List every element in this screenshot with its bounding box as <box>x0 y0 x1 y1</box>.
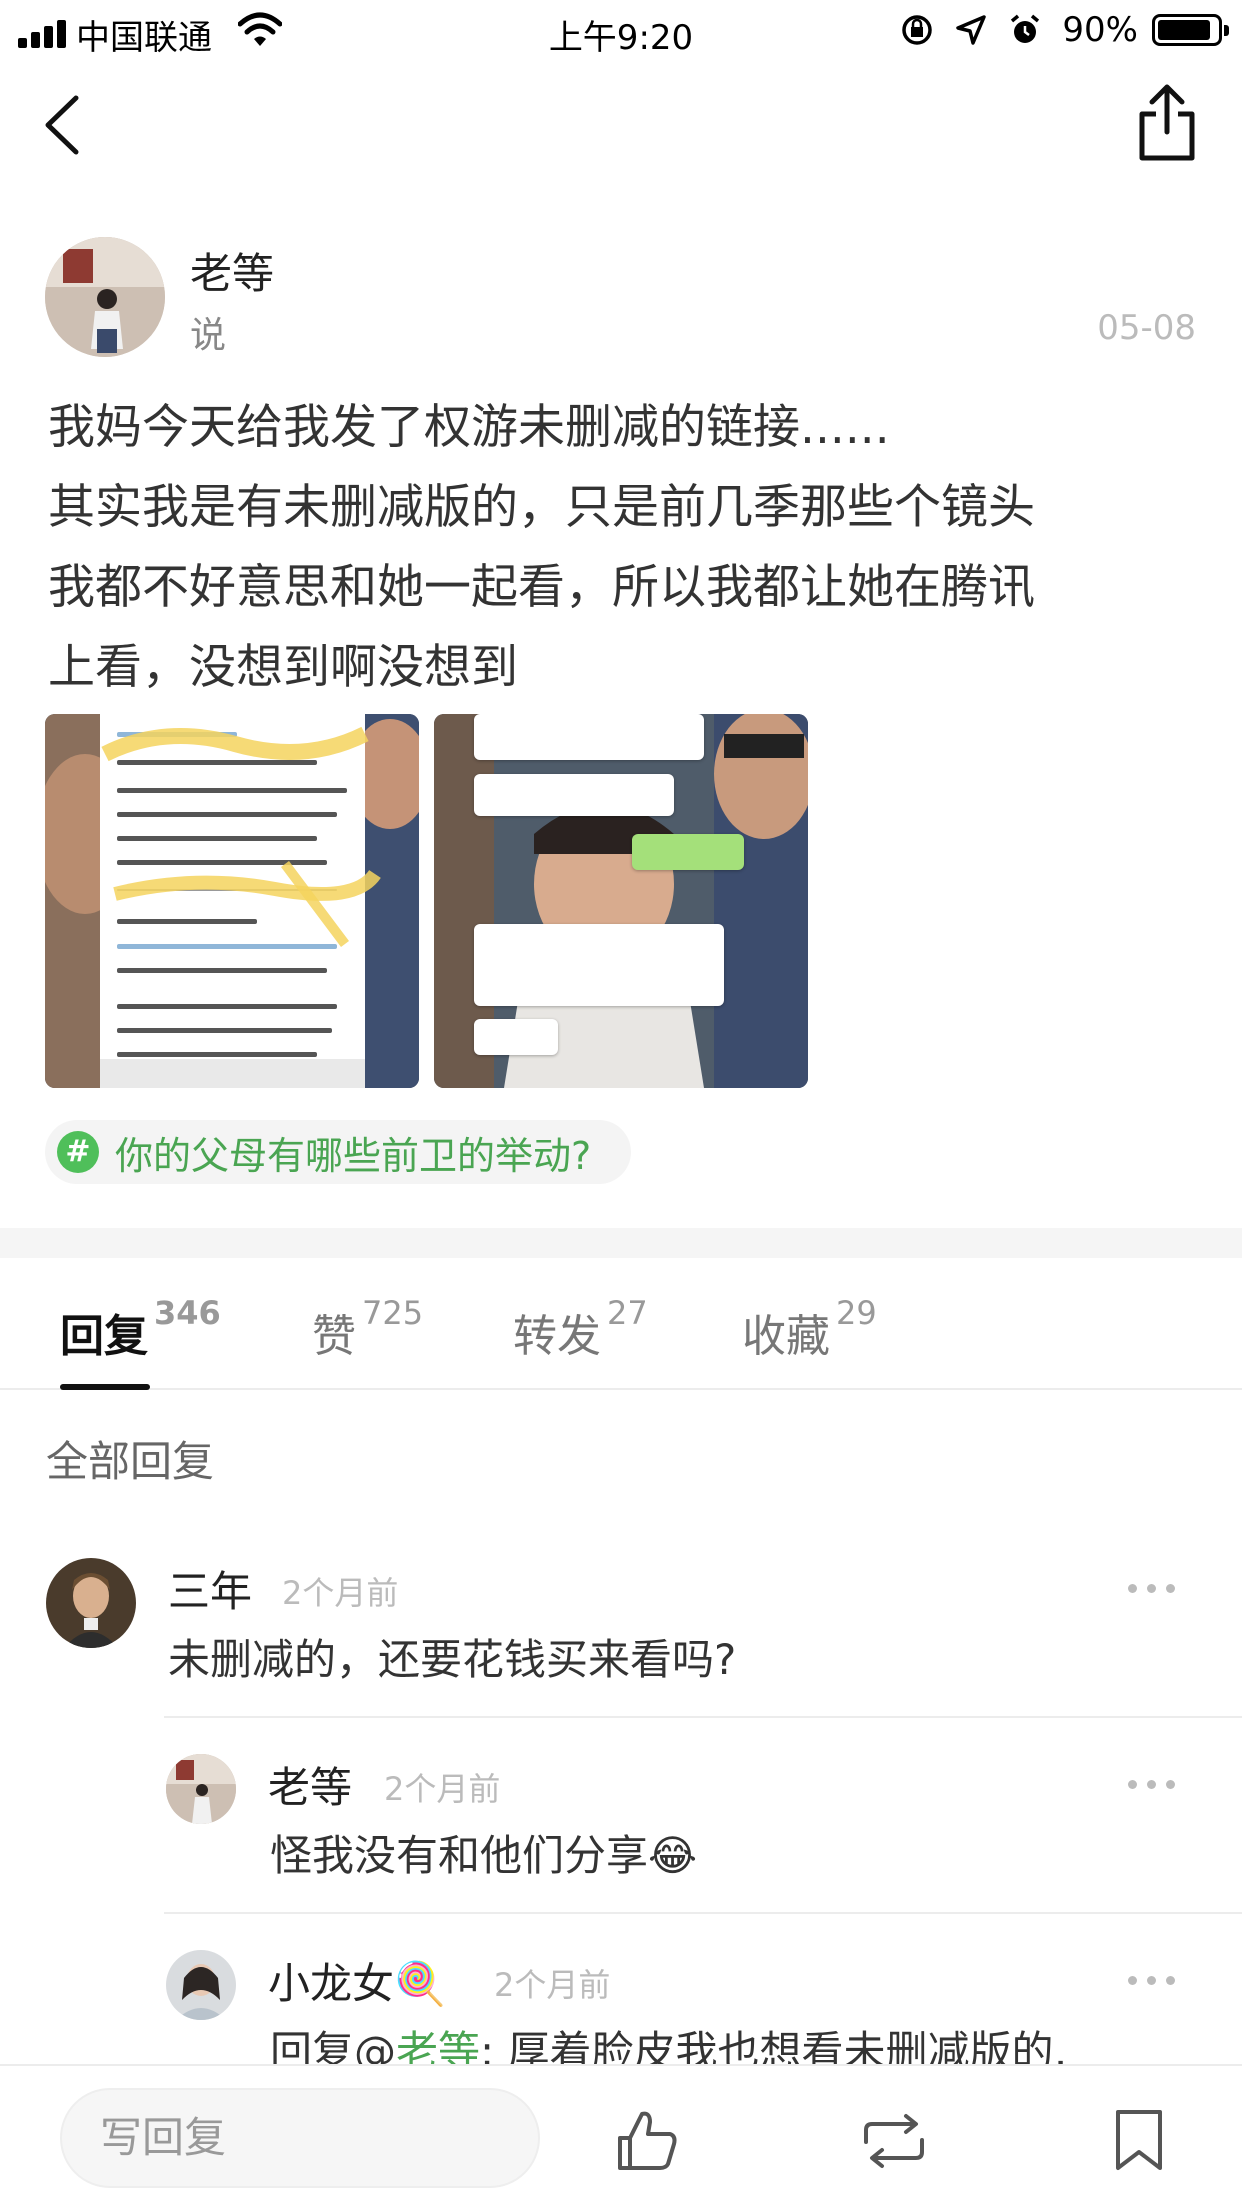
rotation-lock-icon <box>902 15 933 45</box>
tab-likes-count: 725 <box>362 1294 424 1332</box>
hashtag-icon: # <box>57 1131 99 1173</box>
more-options-icon[interactable] <box>1128 1774 1188 1794</box>
tab-replies[interactable]: 回复 346 <box>60 1294 221 1364</box>
status-bar: 中国联通 上午9:20 90% <box>0 0 1242 62</box>
tab-reposts[interactable]: 转发 27 <box>513 1294 648 1364</box>
topic-tag[interactable]: # 你的父母有哪些前卫的举动? <box>45 1120 632 1184</box>
commenter-name[interactable]: 老等 <box>268 1754 352 1815</box>
repost-icon[interactable] <box>856 2106 932 2176</box>
tab-likes[interactable]: 赞 725 <box>312 1294 423 1364</box>
post-body: 我妈今天给我发了权游未删减的链接...... 其实我是有未删减版的，只是前几季那… <box>48 400 1035 695</box>
tab-bar: 回复 346 赞 725 转发 27 收藏 29 <box>0 1258 1242 1390</box>
comment-time: 2个月前 <box>384 1770 501 1808</box>
more-options-icon[interactable] <box>1128 1970 1188 1990</box>
share-button[interactable] <box>1134 82 1200 164</box>
battery-icon <box>1152 14 1229 46</box>
commenter-avatar[interactable] <box>166 1950 236 2020</box>
author-action: 说 <box>190 315 227 356</box>
post-image-1[interactable] <box>45 714 419 1088</box>
post-date: 05-08 <box>1097 308 1196 348</box>
commenter-name[interactable]: 小龙女🍭 <box>268 1950 446 2011</box>
thumbs-up-icon[interactable] <box>612 2106 682 2176</box>
tab-favorites[interactable]: 收藏 29 <box>742 1294 877 1364</box>
battery-percent: 90% <box>1062 10 1138 50</box>
section-divider <box>0 1228 1242 1258</box>
location-icon <box>956 15 987 45</box>
tab-reposts-count: 27 <box>607 1294 648 1332</box>
commenter-avatar[interactable] <box>166 1754 236 1824</box>
alarm-icon <box>1011 14 1040 43</box>
bottom-action-bar: 写回复 <box>0 2064 1242 2208</box>
comment-time: 2个月前 <box>282 1574 399 1612</box>
commenter-name[interactable]: 三年 <box>168 1558 252 1619</box>
author-avatar[interactable] <box>45 237 165 357</box>
topic-label: 你的父母有哪些前卫的举动? <box>115 1133 592 1178</box>
tab-active-indicator <box>60 1384 150 1390</box>
commenter-avatar[interactable] <box>46 1558 136 1648</box>
comment-divider <box>164 1912 1242 1914</box>
section-title: 全部回复 <box>46 1437 215 1486</box>
back-button[interactable] <box>40 90 90 160</box>
comment-divider <box>164 1716 1242 1718</box>
comment-text: 怪我没有和他们分享😂 <box>270 1831 698 1880</box>
post-image-2[interactable] <box>434 714 808 1088</box>
comment-text: 未删减的，还要花钱买来看吗? <box>168 1635 737 1684</box>
comment-time: 2个月前 <box>494 1966 611 2004</box>
reply-input[interactable]: 写回复 <box>60 2088 540 2188</box>
author-name[interactable]: 老等 <box>190 240 274 301</box>
tab-replies-count: 346 <box>154 1294 221 1332</box>
more-options-icon[interactable] <box>1128 1578 1188 1598</box>
bookmark-icon[interactable] <box>1104 2106 1174 2176</box>
tab-favorites-count: 29 <box>836 1294 877 1332</box>
